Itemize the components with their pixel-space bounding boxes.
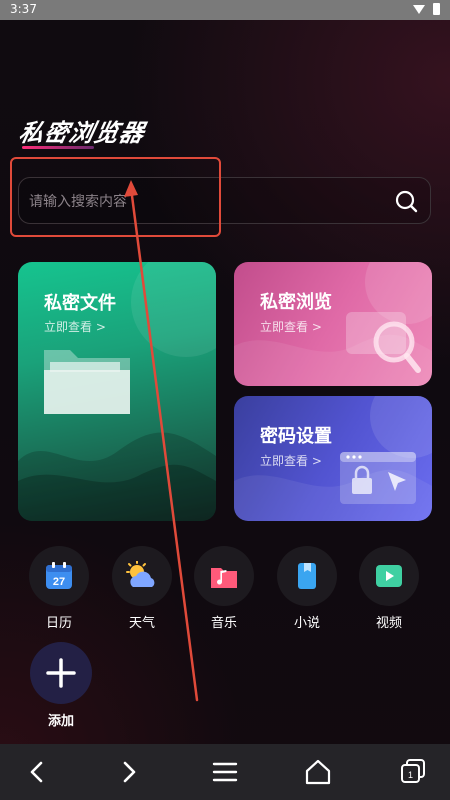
novel-icon xyxy=(298,563,316,589)
shortcut-label: 添加 xyxy=(47,714,74,729)
shortcut-circle[interactable] xyxy=(112,546,172,606)
shortcut-label: 小说 xyxy=(293,616,320,631)
video-icon xyxy=(376,565,402,587)
annotation-box xyxy=(10,157,221,237)
app-title: 私密浏览器 xyxy=(16,119,148,147)
shortcut-label: 日历 xyxy=(45,616,72,631)
shortcut-circle[interactable] xyxy=(359,546,419,606)
card-title: 密码设置 xyxy=(260,426,332,447)
calendar-icon: 27 xyxy=(46,562,72,589)
card-circle-decoration xyxy=(131,262,216,357)
card-title: 私密浏览 xyxy=(260,292,332,313)
card-title: 私密文件 xyxy=(44,293,116,314)
card-subtitle[interactable]: 立即查看 > xyxy=(260,318,322,335)
shortcut-video[interactable]: 视频 xyxy=(357,546,421,631)
shortcut-circle[interactable]: 27 xyxy=(29,546,89,606)
shortcut-calendar[interactable]: 27 日历 xyxy=(27,546,91,631)
shortcut-circle[interactable] xyxy=(30,642,92,704)
home-icon[interactable] xyxy=(303,757,333,787)
shortcut-circle[interactable] xyxy=(194,546,254,606)
shortcut-circle[interactable] xyxy=(277,546,337,606)
shortcut-label: 视频 xyxy=(375,616,402,631)
status-bar: 3:37 xyxy=(0,0,450,20)
shortcut-label: 天气 xyxy=(128,616,155,631)
title-underline xyxy=(22,146,94,149)
private-browse-card[interactable]: 私密浏览 立即查看 > xyxy=(234,262,432,386)
weather-icon xyxy=(126,561,155,587)
shortcut-label: 音乐 xyxy=(210,616,237,631)
battery-icon xyxy=(433,3,440,15)
card-subtitle[interactable]: 立即查看 > xyxy=(260,452,322,469)
magnifier-icon xyxy=(346,312,421,373)
shortcut-music[interactable]: 音乐 xyxy=(192,546,256,631)
private-files-card[interactable]: 私密文件 立即查看 > xyxy=(18,262,216,521)
password-settings-card[interactable]: 密码设置 立即查看 > xyxy=(234,396,432,521)
tabs-icon[interactable]: 1 xyxy=(398,757,428,787)
status-time: 3:37 xyxy=(10,2,37,16)
menu-icon[interactable] xyxy=(210,757,240,787)
search-icon[interactable] xyxy=(394,189,418,213)
plus-icon xyxy=(46,658,76,688)
shortcut-novel[interactable]: 小说 xyxy=(275,546,339,631)
add-shortcut-button[interactable]: 添加 xyxy=(29,642,93,729)
folder-icon xyxy=(44,350,130,414)
forward-icon[interactable] xyxy=(114,757,144,787)
shortcut-weather[interactable]: 天气 xyxy=(110,546,174,631)
back-icon[interactable] xyxy=(22,757,52,787)
wifi-icon xyxy=(413,4,425,14)
bottom-navigation-bar: 1 xyxy=(0,744,450,800)
card-subtitle[interactable]: 立即查看 > xyxy=(44,318,106,335)
card-wave-decoration xyxy=(18,432,216,521)
tab-count: 1 xyxy=(408,770,413,780)
calendar-date: 27 xyxy=(53,576,65,588)
music-icon xyxy=(211,568,237,588)
lock-window-icon xyxy=(340,452,416,504)
